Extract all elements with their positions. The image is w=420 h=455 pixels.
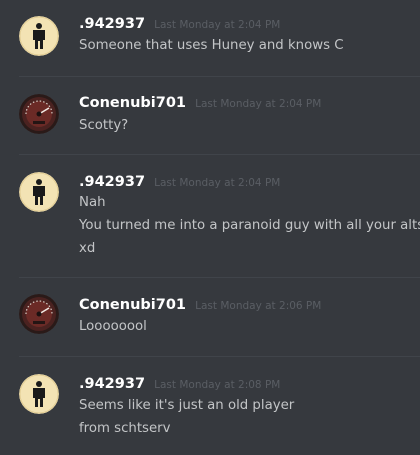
message-line: You turned me into a paranoid guy with a… bbox=[79, 218, 420, 233]
message-line: Loooooool bbox=[79, 319, 147, 334]
message-timestamp: Last Monday at 2:04 PM bbox=[195, 98, 322, 110]
author-name[interactable]: Conenubi701 bbox=[79, 95, 186, 111]
message-timestamp: Last Monday at 2:08 PM bbox=[154, 379, 281, 391]
stick-figure-avatar[interactable] bbox=[19, 374, 59, 414]
message-divider bbox=[19, 154, 420, 155]
message-divider bbox=[19, 76, 420, 77]
message-timestamp: Last Monday at 2:04 PM bbox=[154, 19, 281, 31]
author-name[interactable]: .942937 bbox=[79, 376, 145, 392]
message-line: xd bbox=[79, 241, 96, 256]
message-timestamp: Last Monday at 2:04 PM bbox=[154, 177, 281, 189]
stick-figure-avatar[interactable] bbox=[19, 16, 59, 56]
message-timestamp: Last Monday at 2:06 PM bbox=[195, 300, 322, 312]
message-divider bbox=[19, 277, 420, 278]
message-divider bbox=[19, 356, 420, 357]
chat-message-list: .942937 Last Monday at 2:04 PM Someone t… bbox=[0, 0, 420, 455]
author-name[interactable]: .942937 bbox=[79, 174, 145, 190]
message-line: Nah bbox=[79, 195, 106, 210]
message-line: Seems like it's just an old player bbox=[79, 398, 295, 413]
message-line: Scotty? bbox=[79, 118, 129, 133]
speedometer-avatar[interactable] bbox=[19, 94, 59, 134]
author-name[interactable]: .942937 bbox=[79, 16, 145, 32]
speedometer-avatar[interactable] bbox=[19, 294, 59, 334]
author-name[interactable]: Conenubi701 bbox=[79, 297, 186, 313]
message-line: from schtserv bbox=[79, 421, 171, 436]
message-line: Someone that uses Huney and knows C bbox=[79, 38, 344, 53]
stick-figure-avatar[interactable] bbox=[19, 172, 59, 212]
